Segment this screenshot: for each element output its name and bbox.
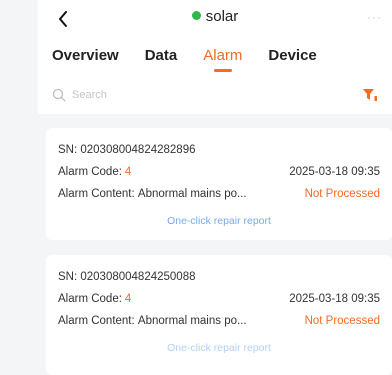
alarm-code-label: Alarm Code: bbox=[58, 166, 122, 178]
alarm-card[interactable]: SN: 020308004824282896 Alarm Code: 4 202… bbox=[46, 128, 392, 240]
tab-data[interactable]: Data bbox=[145, 40, 178, 64]
alarm-code-row: Alarm Code: 4 2025-03-18 09:35 bbox=[58, 288, 380, 310]
sn-row: SN: 020308004824250088 bbox=[58, 266, 380, 288]
alarm-content-label: Alarm Content: bbox=[58, 188, 135, 200]
more-button[interactable]: ··· bbox=[367, 10, 382, 24]
alarm-content-row: Alarm Content: Abnormal mains po... Not … bbox=[58, 183, 380, 205]
repair-report-link[interactable]: One-click repair report bbox=[58, 342, 380, 354]
plant-name: solar bbox=[205, 8, 239, 25]
sn-value: 020308004824250088 bbox=[80, 271, 196, 283]
alarm-content-value: Abnormal mains po... bbox=[137, 315, 247, 327]
alarm-content-row: Alarm Content: Abnormal mains po... Not … bbox=[58, 310, 380, 332]
alarm-content-label: Alarm Content: bbox=[58, 315, 135, 327]
search-input[interactable] bbox=[72, 89, 362, 101]
status-badge: Not Processed bbox=[304, 315, 380, 327]
sn-value: 020308004824282896 bbox=[80, 144, 196, 156]
tab-alarm[interactable]: Alarm bbox=[203, 40, 242, 64]
sn-label: SN: bbox=[58, 144, 78, 156]
alarm-card[interactable]: SN: 020308004824250088 Alarm Code: 4 202… bbox=[46, 255, 392, 375]
search-icon bbox=[52, 88, 66, 102]
page-title: solar bbox=[38, 8, 392, 25]
tab-overview[interactable]: Overview bbox=[52, 40, 119, 64]
alarm-code-label: Alarm Code: bbox=[58, 293, 122, 305]
alarm-code-value: 4 bbox=[124, 166, 132, 178]
alarm-timestamp: 2025-03-18 09:35 bbox=[289, 293, 380, 305]
tab-bar: Overview Data Alarm Device bbox=[38, 40, 392, 76]
repair-report-link[interactable]: One-click repair report bbox=[58, 215, 380, 227]
alarm-code-row: Alarm Code: 4 2025-03-18 09:35 bbox=[58, 161, 380, 183]
alarm-code-value: 4 bbox=[124, 293, 132, 305]
search-box bbox=[52, 82, 362, 108]
online-status-dot bbox=[191, 11, 201, 20]
app-screen: solar ··· Overview Data Alarm Device SN:… bbox=[38, 0, 392, 375]
alarm-content-value: Abnormal mains po... bbox=[137, 188, 247, 200]
sn-row: SN: 020308004824282896 bbox=[58, 139, 380, 161]
sn-label: SN: bbox=[58, 271, 78, 283]
alarm-timestamp: 2025-03-18 09:35 bbox=[289, 166, 380, 178]
filter-icon[interactable] bbox=[362, 87, 378, 103]
status-badge: Not Processed bbox=[304, 188, 380, 200]
tab-device[interactable]: Device bbox=[268, 40, 316, 64]
header: solar ··· bbox=[38, 0, 392, 40]
search-row bbox=[38, 76, 392, 114]
